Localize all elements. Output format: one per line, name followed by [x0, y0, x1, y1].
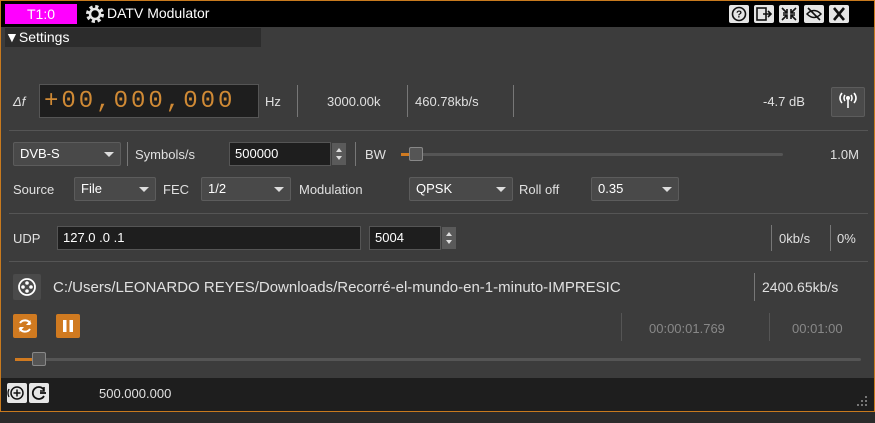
pause-button[interactable] — [56, 314, 80, 338]
loop-button[interactable] — [13, 314, 37, 338]
separator — [9, 261, 868, 262]
settings-toggle[interactable]: ▼Settings — [5, 28, 261, 47]
add-center-frequency-button[interactable] — [7, 383, 27, 403]
divider — [513, 85, 514, 117]
elapsed-time: 00:00:01.769 — [649, 321, 725, 336]
rolloff-select[interactable]: 0.35 — [591, 177, 679, 201]
divider — [407, 85, 408, 117]
file-rate: 2400.65kb/s — [762, 279, 839, 295]
file-path: C:/Users/LEONARDO REYES/Downloads/Recorr… — [53, 279, 621, 296]
move-to-workspace-icon[interactable] — [754, 5, 774, 23]
standard-value: DVB-S — [20, 146, 60, 161]
divider — [355, 142, 356, 166]
pause-icon — [63, 320, 73, 332]
source-value: File — [81, 181, 102, 196]
center-frequency: 500.000.000 — [99, 386, 172, 401]
divider — [621, 313, 622, 341]
udp-percent: 0% — [837, 231, 856, 246]
chevron-down-icon — [139, 187, 149, 192]
hide-icon[interactable] — [804, 5, 824, 23]
rolloff-label: Roll off — [519, 182, 560, 197]
udp-label: UDP — [13, 231, 41, 246]
modulation-value: QPSK — [416, 181, 453, 196]
source-label: Source — [13, 182, 55, 197]
navigation-slider-handle[interactable] — [31, 352, 46, 366]
open-file-button[interactable] — [13, 274, 41, 300]
reload-icon — [31, 386, 46, 400]
standard-select[interactable]: DVB-S — [13, 142, 121, 166]
reload-button[interactable] — [29, 383, 49, 403]
symbol-rate-stepper[interactable] — [332, 143, 346, 165]
frequency-unit: Hz — [265, 94, 281, 109]
chevron-down-icon — [496, 187, 506, 192]
level-readout: -4.7 dB — [763, 94, 805, 109]
divider — [297, 85, 298, 117]
udp-port-input[interactable]: 5004 — [369, 226, 441, 250]
udp-address-input[interactable]: 127.0 .0 .1 — [57, 226, 361, 250]
help-icon[interactable]: ? — [729, 5, 749, 23]
rolloff-value: 0.35 — [598, 181, 624, 196]
shrink-icon[interactable] — [779, 5, 799, 23]
svg-text:?: ? — [736, 10, 742, 21]
delta-f-label: Δf — [13, 94, 26, 109]
gear-icon[interactable] — [85, 4, 105, 24]
status-bar: 500.000.000 — [1, 378, 874, 411]
frequency-shift-dial[interactable]: +00,000,000 — [39, 84, 259, 118]
film-reel-icon — [18, 278, 36, 296]
total-time: 00:01:00 — [792, 321, 843, 336]
fec-value: 1/2 — [208, 181, 227, 196]
loop-icon — [18, 319, 32, 333]
source-select[interactable]: File — [74, 177, 156, 201]
navigation-slider-track[interactable] — [15, 358, 861, 361]
resize-grip-icon[interactable] — [854, 393, 868, 407]
chevron-down-icon — [274, 187, 284, 192]
bw-slider-handle[interactable] — [408, 147, 423, 161]
navigation-slider-fill — [15, 358, 32, 361]
channel-marker-button[interactable] — [831, 87, 865, 117]
bw-slider-track[interactable] — [401, 153, 783, 156]
bw-slider-fill — [401, 153, 409, 156]
device-tag[interactable]: T1:0 — [5, 4, 77, 24]
fec-select[interactable]: 1/2 — [201, 177, 291, 201]
udp-rate: 0kb/s — [779, 231, 811, 246]
divider — [754, 273, 755, 301]
symbols-label: Symbols/s — [135, 147, 195, 162]
symbol-rate-input[interactable]: 500000 — [229, 142, 331, 166]
bitrate: 460.78kb/s — [415, 94, 479, 109]
chevron-down-icon — [104, 152, 114, 157]
modulation-select[interactable]: QPSK — [409, 177, 513, 201]
fec-label: FEC — [163, 182, 189, 197]
target-plus-icon — [7, 386, 24, 400]
sample-rate: 3000.00k — [327, 94, 381, 109]
divider — [830, 225, 831, 251]
divider — [127, 142, 128, 166]
modulation-label: Modulation — [299, 182, 363, 197]
udp-port-stepper[interactable] — [442, 227, 456, 249]
datv-modulator-window: T1:0 DATV Modulator ? ▼Settings Δf +00,0… — [0, 0, 875, 412]
close-icon[interactable] — [829, 5, 849, 23]
separator — [9, 213, 868, 214]
antenna-icon — [839, 92, 857, 108]
bw-value: 1.0M — [830, 147, 859, 162]
title-bar: T1:0 DATV Modulator ? — [1, 1, 874, 27]
divider — [769, 313, 770, 341]
separator — [9, 130, 868, 131]
divider — [771, 225, 772, 251]
window-title: DATV Modulator — [107, 5, 210, 21]
bw-label: BW — [365, 147, 386, 162]
chevron-down-icon — [662, 187, 672, 192]
